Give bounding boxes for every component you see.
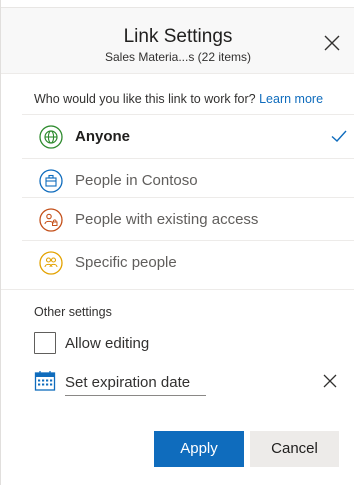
organization-icon (39, 169, 63, 193)
learn-more-link[interactable]: Learn more (259, 92, 323, 106)
dialog-header: Link Settings Sales Materia...s (22 item… (1, 8, 354, 74)
option-label: Anyone (75, 128, 131, 145)
section-divider (1, 289, 354, 290)
close-button[interactable] (321, 32, 343, 54)
link-settings-panel: Link Settings Sales Materia...s (22 item… (0, 0, 354, 485)
cancel-button[interactable]: Cancel (250, 431, 339, 467)
option-people-in-contoso[interactable]: People in Contoso (22, 158, 354, 202)
audience-question: Who would you like this link to work for… (34, 92, 323, 106)
people-icon (39, 251, 63, 275)
close-icon (323, 374, 337, 388)
globe-icon (39, 125, 63, 149)
dialog-subtitle: Sales Materia...s (22 items) (104, 50, 252, 64)
option-label: Specific people (75, 254, 177, 271)
dialog-title: Link Settings (123, 26, 233, 47)
clear-expiration-button[interactable] (320, 371, 340, 391)
apply-button[interactable]: Apply (154, 431, 244, 467)
audience-question-text: Who would you like this link to work for… (34, 92, 256, 106)
checkmark-icon (331, 130, 347, 142)
other-settings-heading: Other settings (34, 305, 112, 319)
option-anyone[interactable]: Anyone (22, 114, 354, 158)
option-label: People with existing access (75, 211, 259, 228)
allow-editing-checkbox[interactable] (34, 332, 56, 354)
close-icon (324, 35, 340, 51)
option-specific-people[interactable]: Specific people (22, 240, 354, 284)
top-strip (1, 0, 354, 8)
people-lock-icon (39, 208, 63, 232)
option-people-with-existing-access[interactable]: People with existing access (22, 197, 354, 241)
calendar-icon (34, 371, 56, 391)
option-label: People in Contoso (75, 172, 198, 189)
allow-editing-label[interactable]: Allow editing (65, 335, 149, 352)
expiration-date-field[interactable]: Set expiration date (65, 371, 206, 396)
